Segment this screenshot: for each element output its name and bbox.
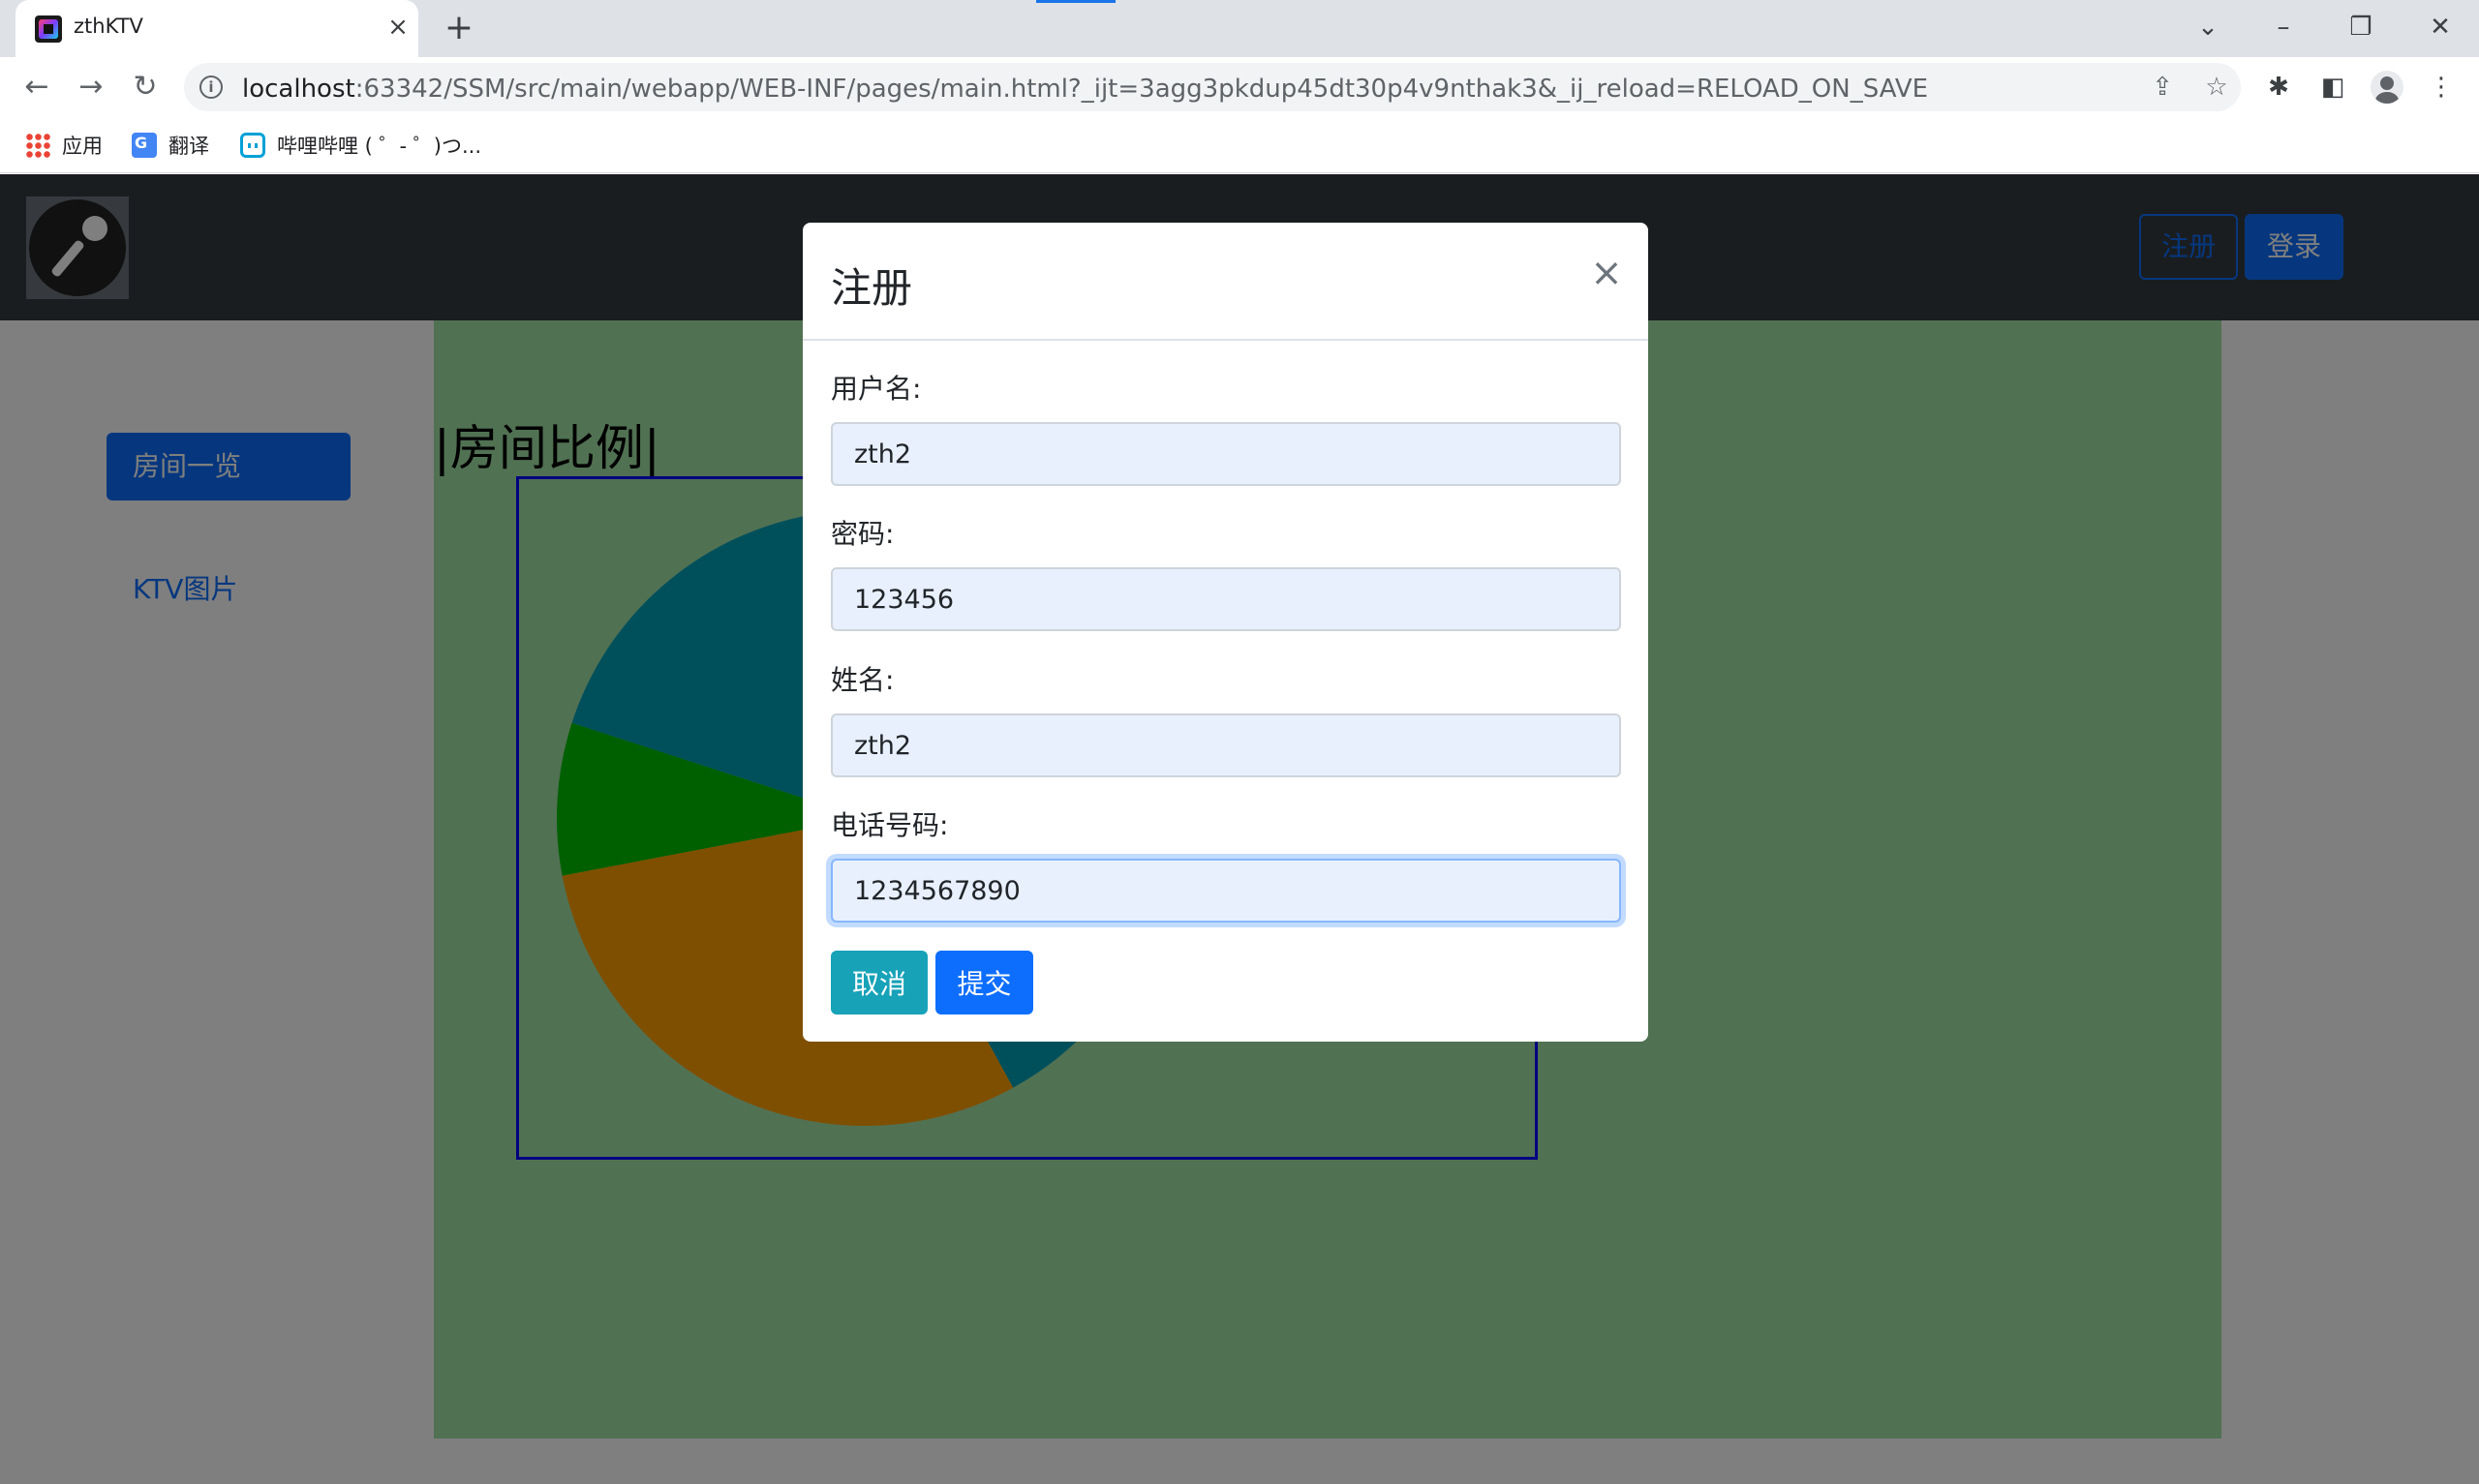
username-label: 用户名:	[831, 373, 922, 405]
tab-search-chevron-icon[interactable]: ⌄	[2179, 8, 2237, 46]
apps-grid-icon	[25, 133, 50, 158]
username-field[interactable]	[831, 422, 1621, 486]
browser-tabstrip: zthKTV × + ⌄ – ❐ ✕	[0, 0, 2479, 57]
site-info-icon[interactable]: i	[199, 76, 223, 99]
modal-title: 注册	[831, 264, 913, 312]
bookmarks-bar: 应用 翻译 哔哩哔哩 ( ゜- ゜)つ...	[0, 117, 2479, 173]
back-arrow-icon[interactable]: ←	[15, 66, 58, 108]
address-bar[interactable]: i localhost:63342/SSM/src/main/webapp/WE…	[184, 63, 2241, 111]
close-icon[interactable]: ×	[1585, 252, 1628, 294]
tab-title: zthKTV	[74, 15, 143, 38]
browser-tab[interactable]: zthKTV ×	[15, 0, 418, 57]
url-text[interactable]: localhost:63342/SSM/src/main/webapp/WEB-…	[242, 75, 1928, 104]
translate-icon	[132, 133, 157, 158]
minimize-icon[interactable]: –	[2254, 8, 2312, 46]
bookmark-star-icon[interactable]: ☆	[2200, 71, 2233, 104]
modal-header: 注册 ×	[803, 223, 1648, 341]
window-close-icon[interactable]: ✕	[2411, 8, 2469, 46]
cancel-button[interactable]: 取消	[831, 951, 928, 1015]
bilibili-icon	[240, 133, 265, 158]
menu-kebab-icon[interactable]: ⋮	[2423, 69, 2460, 106]
bookmark-label: 翻译	[168, 135, 209, 158]
jetbrains-favicon-icon	[35, 15, 62, 43]
phone-field[interactable]	[831, 859, 1621, 923]
password-label: 密码:	[831, 518, 895, 550]
bookmark-apps[interactable]: 应用	[25, 131, 103, 160]
tab-close-icon[interactable]: ×	[382, 11, 414, 44]
reload-icon[interactable]: ↻	[124, 66, 167, 108]
web-page: 注册 登录 房间一览 KTV图片 |房间比例| 注册 × 用户名: 密码: 姓名…	[0, 174, 2479, 1484]
register-modal: 注册 × 用户名: 密码: 姓名: 电话号码: 取消 提交	[803, 223, 1648, 1042]
tab-loading-indicator	[1036, 0, 1116, 3]
bookmark-bilibili[interactable]: 哔哩哔哩 ( ゜- ゜)つ...	[240, 131, 481, 160]
profile-avatar-icon[interactable]	[2371, 71, 2403, 104]
share-icon[interactable]: ⇪	[2146, 71, 2179, 104]
password-field[interactable]	[831, 567, 1621, 631]
phone-label: 电话号码:	[831, 809, 949, 841]
submit-button[interactable]: 提交	[935, 951, 1033, 1015]
bookmark-label: 应用	[62, 135, 103, 158]
extensions-puzzle-icon[interactable]: ✱	[2260, 69, 2297, 106]
name-field[interactable]	[831, 713, 1621, 777]
bookmark-translate[interactable]: 翻译	[132, 131, 209, 160]
forward-arrow-icon[interactable]: →	[70, 66, 112, 108]
new-tab-icon[interactable]: +	[440, 9, 478, 47]
side-panel-icon[interactable]: ◧	[2314, 69, 2351, 106]
restore-icon[interactable]: ❐	[2332, 8, 2390, 46]
bookmark-label: 哔哩哔哩 ( ゜- ゜)つ...	[277, 135, 482, 158]
name-label: 姓名:	[831, 664, 895, 696]
browser-toolbar: ← → ↻ i localhost:63342/SSM/src/main/web…	[0, 57, 2479, 117]
